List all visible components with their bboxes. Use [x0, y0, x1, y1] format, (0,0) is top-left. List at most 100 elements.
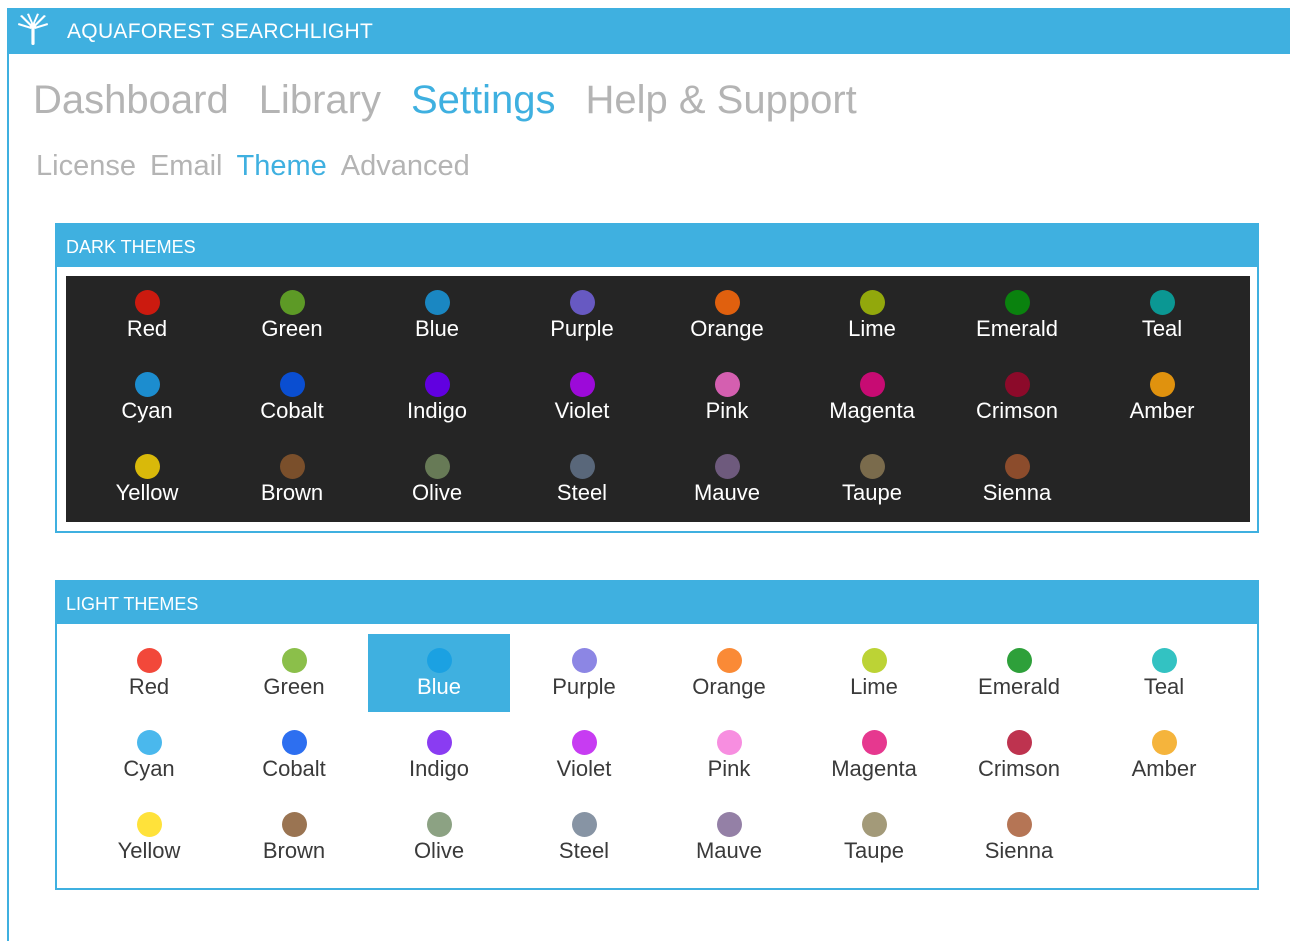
dark-theme-swatch-purple[interactable]: Purple — [511, 276, 653, 354]
dark-theme-swatch-indigo[interactable]: Indigo — [366, 358, 508, 436]
swatch-label: Crimson — [978, 756, 1060, 781]
swatch-label: Purple — [550, 316, 614, 341]
light-theme-swatch-sienna[interactable]: Sienna — [948, 798, 1090, 876]
light-theme-swatch-olive[interactable]: Olive — [368, 798, 510, 876]
color-dot-icon — [862, 730, 887, 755]
swatch-label: Violet — [554, 398, 610, 423]
light-theme-swatch-steel[interactable]: Steel — [513, 798, 655, 876]
light-theme-swatch-cyan[interactable]: Cyan — [78, 716, 220, 794]
light-theme-swatch-indigo[interactable]: Indigo — [368, 716, 510, 794]
swatch-label: Amber — [1131, 756, 1197, 781]
color-dot-icon — [572, 812, 597, 837]
color-dot-icon — [1005, 290, 1030, 315]
light-theme-swatch-emerald[interactable]: Emerald — [948, 634, 1090, 712]
swatch-label: Brown — [260, 480, 324, 505]
subtab-email[interactable]: Email — [150, 150, 223, 183]
color-dot-icon — [572, 648, 597, 673]
light-theme-swatch-teal[interactable]: Teal — [1093, 634, 1235, 712]
swatch-label: Cyan — [121, 398, 173, 423]
light-theme-swatch-amber[interactable]: Amber — [1093, 716, 1235, 794]
swatch-label: Green — [263, 674, 325, 699]
light-theme-swatch-lime[interactable]: Lime — [803, 634, 945, 712]
color-dot-icon — [715, 454, 740, 479]
color-dot-icon — [135, 372, 160, 397]
light-theme-swatch-violet[interactable]: Violet — [513, 716, 655, 794]
swatch-label: Olive — [411, 480, 463, 505]
subtab-advanced[interactable]: Advanced — [341, 150, 470, 183]
dark-theme-swatch-cyan[interactable]: Cyan — [76, 358, 218, 436]
light-theme-swatch-pink[interactable]: Pink — [658, 716, 800, 794]
color-dot-icon — [717, 730, 742, 755]
dark-theme-swatch-cobalt[interactable]: Cobalt — [221, 358, 363, 436]
dark-theme-swatch-taupe[interactable]: Taupe — [801, 440, 943, 518]
tab-help-support[interactable]: Help & Support — [585, 78, 856, 123]
dark-theme-swatch-pink[interactable]: Pink — [656, 358, 798, 436]
color-dot-icon — [860, 372, 885, 397]
swatch-label: Mauve — [693, 480, 761, 505]
color-dot-icon — [282, 648, 307, 673]
swatch-label: Green — [261, 316, 323, 341]
dark-theme-swatch-blue[interactable]: Blue — [366, 276, 508, 354]
color-dot-icon — [862, 812, 887, 837]
dark-theme-swatch-sienna[interactable]: Sienna — [946, 440, 1088, 518]
swatch-label: Blue — [414, 316, 460, 341]
dark-theme-swatch-magenta[interactable]: Magenta — [801, 358, 943, 436]
dark-theme-swatch-steel[interactable]: Steel — [511, 440, 653, 518]
color-dot-icon — [570, 372, 595, 397]
dark-theme-swatch-amber[interactable]: Amber — [1091, 358, 1233, 436]
color-dot-icon — [717, 648, 742, 673]
color-dot-icon — [280, 290, 305, 315]
dark-theme-swatch-teal[interactable]: Teal — [1091, 276, 1233, 354]
window-left-border — [7, 8, 9, 941]
dark-theme-swatch-brown[interactable]: Brown — [221, 440, 363, 518]
light-theme-swatch-yellow[interactable]: Yellow — [78, 798, 220, 876]
swatch-label: Indigo — [409, 756, 469, 781]
swatch-label: Olive — [413, 838, 465, 863]
dark-theme-swatch-yellow[interactable]: Yellow — [76, 440, 218, 518]
swatch-label: Blue — [416, 674, 462, 699]
light-theme-swatch-red[interactable]: Red — [78, 634, 220, 712]
light-theme-swatch-cobalt[interactable]: Cobalt — [223, 716, 365, 794]
light-theme-swatch-taupe[interactable]: Taupe — [803, 798, 945, 876]
swatch-label: Yellow — [117, 838, 181, 863]
swatch-label: Lime — [848, 316, 896, 341]
swatch-label: Steel — [556, 480, 608, 505]
swatch-label: Cobalt — [260, 398, 324, 423]
swatch-label: Red — [126, 316, 168, 341]
swatch-label: Sienna — [982, 480, 1052, 505]
swatch-label: Magenta — [831, 756, 917, 781]
dark-theme-swatch-olive[interactable]: Olive — [366, 440, 508, 518]
light-theme-swatch-magenta[interactable]: Magenta — [803, 716, 945, 794]
color-dot-icon — [1005, 372, 1030, 397]
light-theme-swatch-green[interactable]: Green — [223, 634, 365, 712]
subtab-theme[interactable]: Theme — [236, 150, 326, 183]
dark-theme-swatch-emerald[interactable]: Emerald — [946, 276, 1088, 354]
light-theme-swatch-brown[interactable]: Brown — [223, 798, 365, 876]
tab-library[interactable]: Library — [259, 78, 381, 123]
light-theme-swatch-purple[interactable]: Purple — [513, 634, 655, 712]
color-dot-icon — [425, 454, 450, 479]
light-themes-header: LIGHT THEMES — [57, 582, 1257, 624]
dark-theme-swatch-violet[interactable]: Violet — [511, 358, 653, 436]
dark-theme-swatch-red[interactable]: Red — [76, 276, 218, 354]
aquaforest-logo-icon — [18, 13, 48, 45]
light-theme-swatch-orange[interactable]: Orange — [658, 634, 800, 712]
dark-theme-swatch-crimson[interactable]: Crimson — [946, 358, 1088, 436]
swatch-label: Red — [128, 674, 170, 699]
color-dot-icon — [1150, 372, 1175, 397]
tab-dashboard[interactable]: Dashboard — [33, 78, 229, 123]
subtab-license[interactable]: License — [36, 150, 136, 183]
swatch-label: Crimson — [976, 398, 1058, 423]
color-dot-icon — [1152, 730, 1177, 755]
light-theme-swatch-crimson[interactable]: Crimson — [948, 716, 1090, 794]
light-theme-swatch-mauve[interactable]: Mauve — [658, 798, 800, 876]
color-dot-icon — [717, 812, 742, 837]
dark-theme-swatch-green[interactable]: Green — [221, 276, 363, 354]
color-dot-icon — [572, 730, 597, 755]
tab-settings[interactable]: Settings — [411, 78, 556, 123]
light-theme-swatch-blue[interactable]: Blue — [368, 634, 510, 712]
dark-theme-swatch-orange[interactable]: Orange — [656, 276, 798, 354]
dark-theme-swatch-lime[interactable]: Lime — [801, 276, 943, 354]
dark-theme-swatch-mauve[interactable]: Mauve — [656, 440, 798, 518]
swatch-label: Orange — [692, 674, 766, 699]
